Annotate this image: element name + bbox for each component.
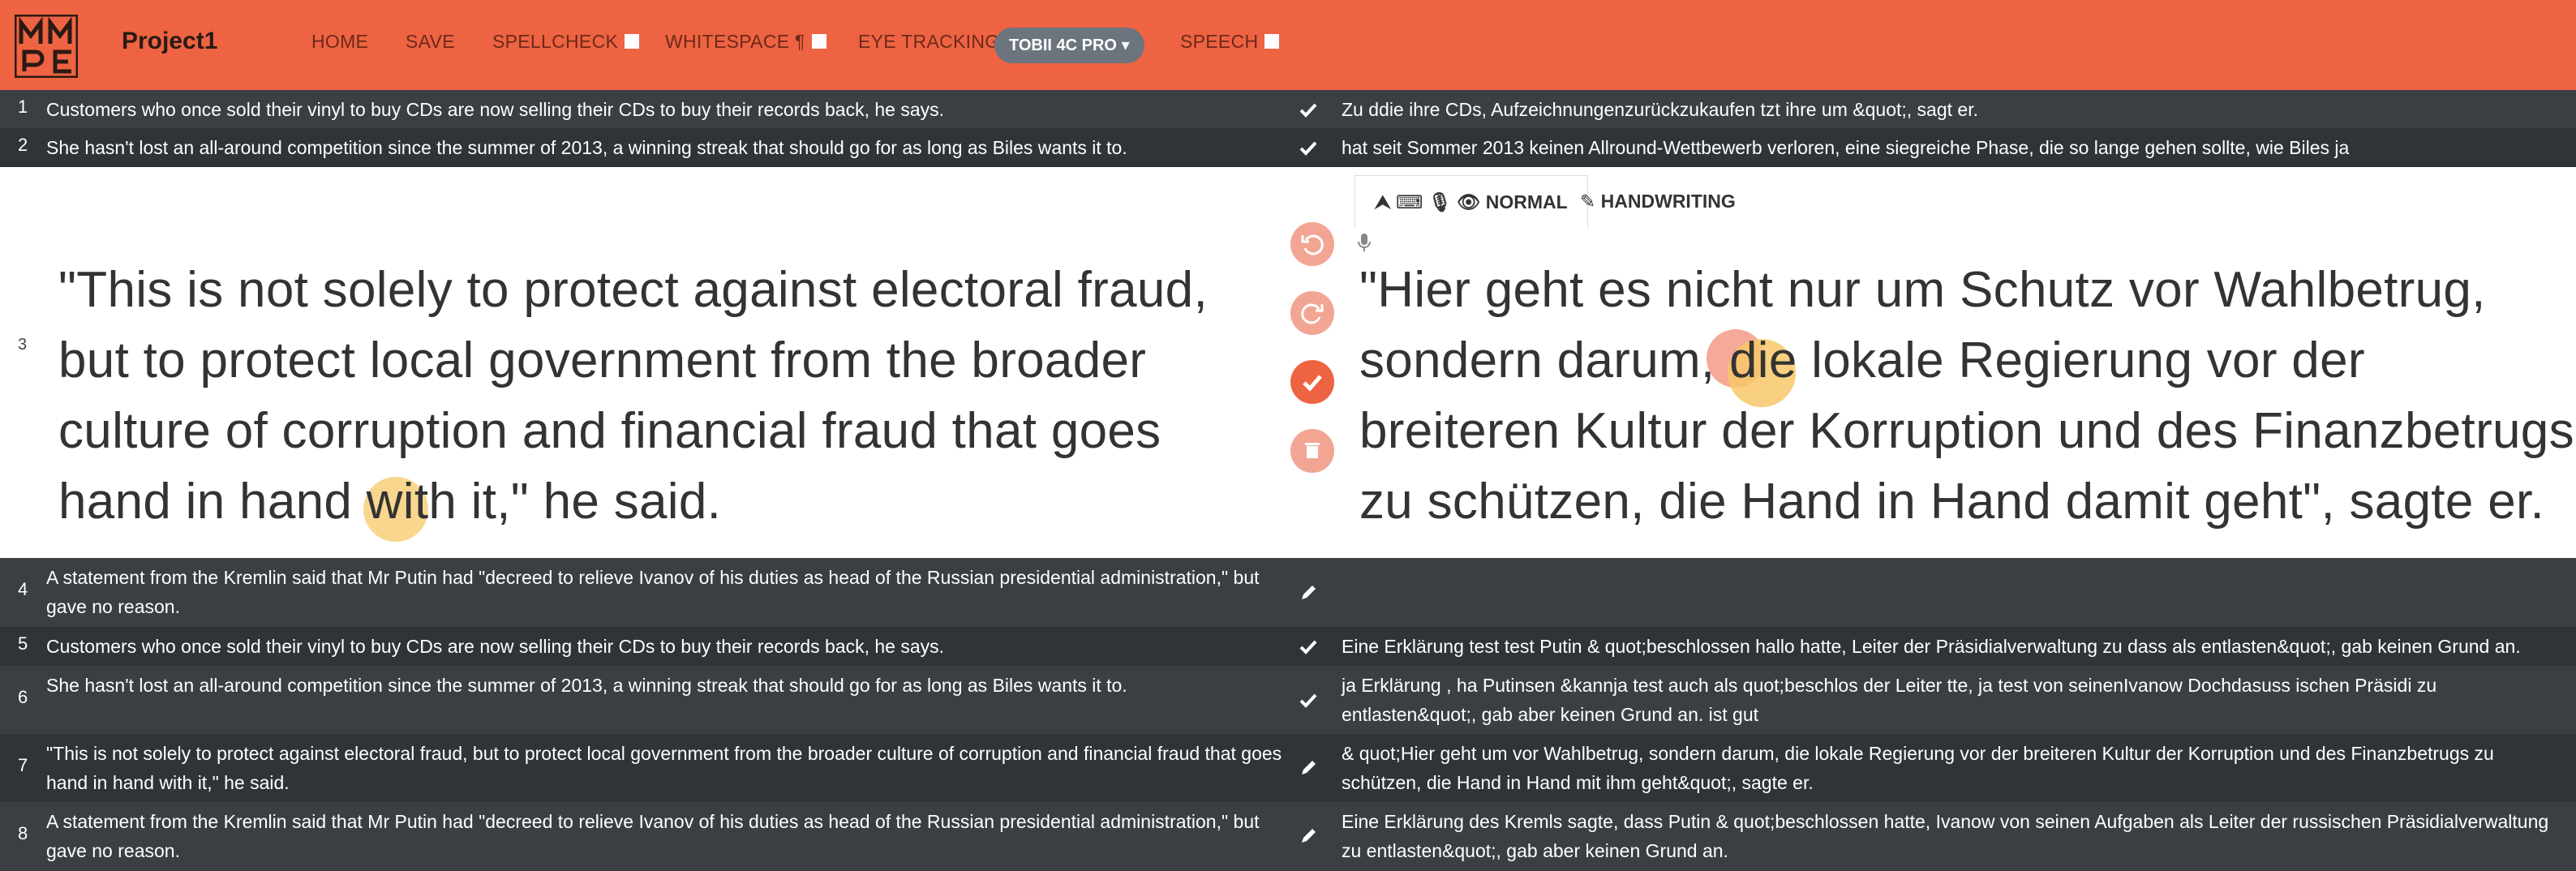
undo-button[interactable]	[1290, 222, 1334, 266]
target-text[interactable]: & quot;Hier geht um vor Wahlbetrug, sond…	[1342, 739, 2566, 797]
segment-row[interactable]: 4 A statement from the Kremlin said that…	[0, 558, 2576, 627]
pencil-icon[interactable]	[1298, 826, 1319, 847]
segment-row[interactable]: 8 A statement from the Kremlin said that…	[0, 802, 2576, 871]
segment-number: 5	[18, 633, 28, 654]
source-text: She hasn't lost an all-around competitio…	[46, 137, 1127, 158]
target-text[interactable]: hat seit Sommer 2013 keinen Allround-Wet…	[1342, 133, 2566, 162]
mic-icon[interactable]	[1356, 232, 1372, 253]
nav-speech[interactable]: SPEECH	[1180, 31, 1280, 53]
nav-spellcheck[interactable]: SPELLCHECK	[492, 31, 640, 53]
segment-row[interactable]: 5 Customers who once sold their vinyl to…	[0, 627, 2576, 666]
segment-row[interactable]: 2 She hasn't lost an all-around competit…	[0, 128, 2576, 167]
target-text[interactable]: Eine Erklärung test test Putin & quot;be…	[1342, 632, 2566, 661]
segment-number: 7	[18, 755, 28, 775]
project-title: Project1	[122, 28, 218, 54]
tracker-dropdown[interactable]: TOBII 4C PRO ▾	[994, 28, 1144, 63]
target-text[interactable]: Zu ddie ihre CDs, Aufzeichnungenzurückzu…	[1342, 95, 2566, 124]
check-icon[interactable]	[1298, 137, 1319, 158]
source-text: She hasn't lost an all-around competitio…	[46, 675, 1127, 696]
speech-checkbox[interactable]	[1264, 34, 1280, 49]
eye-icon: 👁	[1457, 191, 1481, 212]
confirm-button[interactable]	[1290, 360, 1334, 404]
undo-icon	[1301, 234, 1324, 255]
nav-whitespace[interactable]: WHITESPACE ¶	[665, 31, 826, 53]
target-text[interactable]: ja Erklärung , ha Putinsen &kannja test …	[1342, 671, 2566, 729]
segment-number: 3	[18, 336, 28, 354]
pencil-icon[interactable]	[1298, 582, 1319, 603]
segment-number: 4	[18, 579, 28, 599]
segment-number: 2	[18, 135, 28, 155]
active-segment[interactable]: 3 "This is not solely to protect against…	[0, 167, 2576, 558]
mic-icon: 🎙	[1428, 191, 1452, 212]
source-text: "This is not solely to protect against e…	[46, 743, 1282, 793]
active-target-text[interactable]: "Hier geht es nicht nur um Schutz vor Wa…	[1359, 255, 2576, 537]
pencil-icon: ✎	[1580, 191, 1596, 212]
source-text: Customers who once sold their vinyl to b…	[46, 99, 945, 120]
segment-row[interactable]: 6 She hasn't lost an all-around competit…	[0, 666, 2576, 734]
segment-number: 8	[18, 823, 28, 843]
check-icon	[1303, 375, 1322, 392]
whitespace-checkbox[interactable]	[811, 34, 826, 49]
check-icon[interactable]	[1298, 689, 1319, 710]
redo-icon	[1301, 303, 1324, 324]
tab-handwriting[interactable]: ✎ HANDWRITING	[1580, 175, 1736, 227]
mmpe-logo	[15, 15, 78, 78]
pencil-icon[interactable]	[1298, 757, 1319, 779]
redo-button[interactable]	[1290, 291, 1334, 335]
nav-eye-tracking: EYE TRACKING	[858, 31, 1000, 52]
segment-number: 6	[18, 687, 28, 707]
caret-down-icon: ▾	[1121, 36, 1130, 54]
segment-number: 1	[18, 97, 28, 117]
source-text: A statement from the Kremlin said that M…	[46, 567, 1260, 617]
source-text: Customers who once sold their vinyl to b…	[46, 636, 945, 657]
segment-row[interactable]: 1 Customers who once sold their vinyl to…	[0, 90, 2576, 128]
trash-icon	[1305, 443, 1320, 458]
check-icon[interactable]	[1298, 636, 1319, 657]
top-bar: Project1 HOME SAVE SPELLCHECK WHITESPACE…	[0, 0, 2576, 90]
source-text: A statement from the Kremlin said that M…	[46, 811, 1260, 861]
check-icon[interactable]	[1298, 99, 1319, 120]
nav-save[interactable]: SAVE	[406, 31, 455, 53]
segment-row[interactable]: 7 "This is not solely to protect against…	[0, 734, 2576, 802]
cursor-icon: ⮝	[1375, 191, 1391, 212]
nav-home[interactable]: HOME	[311, 31, 368, 53]
target-text[interactable]: Eine Erklärung des Kremls sagte, dass Pu…	[1342, 807, 2566, 865]
active-source-text: "This is not solely to protect against e…	[58, 262, 1208, 530]
spellcheck-checkbox[interactable]	[625, 34, 640, 49]
delete-button[interactable]	[1290, 429, 1334, 473]
tab-normal[interactable]: ⮝ ⌨ 🎙 👁 NORMAL	[1355, 175, 1588, 228]
keyboard-icon: ⌨	[1395, 191, 1423, 212]
